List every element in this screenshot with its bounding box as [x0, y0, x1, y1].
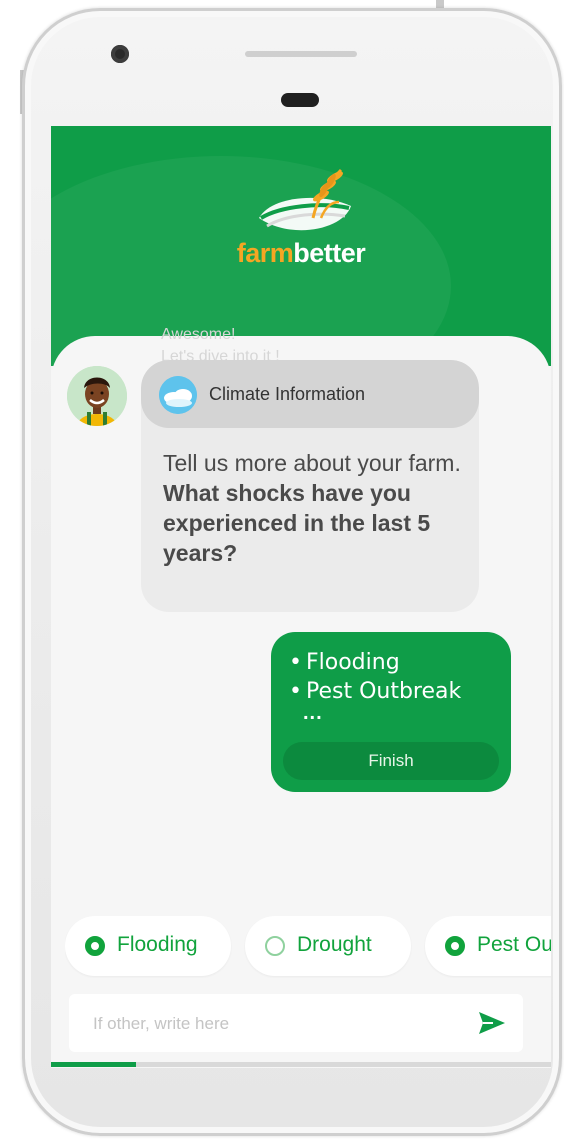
brand-name-part1: farm — [236, 238, 294, 268]
option-chip-drought[interactable]: Drought — [245, 916, 411, 976]
radio-selected-icon — [85, 936, 105, 956]
topic-label: Climate Information — [209, 384, 366, 404]
radio-selected-icon — [445, 936, 465, 956]
earpiece-speaker — [245, 51, 357, 57]
bot-message-bubble: Climate Information Tell us more about y… — [141, 360, 479, 612]
progress-bar — [51, 1062, 551, 1067]
answer-item: Flooding — [289, 648, 461, 677]
send-arrow-icon[interactable] — [477, 1010, 507, 1036]
quick-reply-options: Flooding Drought Pest Outbreak — [65, 916, 551, 978]
option-label: Drought — [297, 933, 372, 956]
progress-bar-fill — [51, 1062, 136, 1067]
proximity-sensor — [281, 93, 319, 107]
bot-message-text: Tell us more about your farm. What shock… — [163, 448, 463, 568]
answer-list: Flooding Pest Outbreak — [289, 648, 461, 706]
farmer-avatar-icon — [67, 366, 127, 426]
option-label: Flooding — [117, 933, 198, 956]
other-answer-input[interactable] — [91, 1008, 455, 1040]
option-label: Pest Outbreak — [477, 933, 551, 956]
brand-logo-text: farmbetter — [51, 238, 551, 269]
bot-question: What shocks have you experienced in the … — [163, 480, 431, 566]
app-screen: farmbetter Awesome! Let's dive into it ! — [51, 126, 551, 1068]
phone-frame: farmbetter Awesome! Let's dive into it ! — [22, 8, 562, 1136]
topic-header: Climate Information — [141, 360, 479, 428]
more-answers-ellipsis: ... — [303, 702, 323, 724]
app-header: farmbetter — [51, 126, 551, 366]
message-input-row — [69, 994, 523, 1052]
option-chip-flooding[interactable]: Flooding — [65, 916, 231, 976]
brand-name-part2: better — [293, 238, 366, 268]
finish-button[interactable]: Finish — [283, 742, 499, 780]
bot-message-intro: Tell us more about your farm. — [163, 450, 461, 476]
wheat-field-logo-icon — [259, 168, 351, 231]
faded-line-1: Awesome! — [161, 326, 236, 343]
user-answer-bubble: Flooding Pest Outbreak ... Finish — [271, 632, 511, 792]
option-chip-pest-outbreak[interactable]: Pest Outbreak — [425, 916, 551, 976]
cloud-icon — [159, 376, 197, 414]
front-camera — [111, 45, 129, 63]
radio-unselected-icon — [265, 936, 285, 956]
